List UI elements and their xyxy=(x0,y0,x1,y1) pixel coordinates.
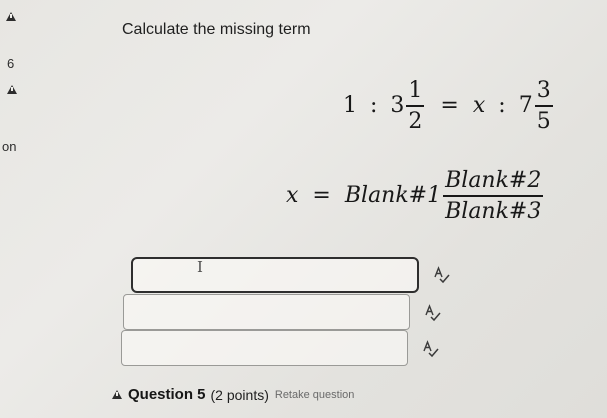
fraction-numerator: 1 xyxy=(408,78,423,103)
warning-triangle-icon xyxy=(112,390,122,399)
sidebar-number: 6 xyxy=(7,56,15,71)
question-title: Calculate the missing term xyxy=(122,21,311,38)
fraction-blanks: Blank#2 Blank#3 xyxy=(443,168,544,224)
warning-triangle-icon xyxy=(7,85,17,94)
math-colon: : xyxy=(370,93,378,118)
fraction-denominator: 2 xyxy=(408,109,423,134)
blank-2-placeholder: Blank#2 xyxy=(445,168,542,193)
question-footer: Question 5 (2 points) Retake question xyxy=(112,386,354,403)
fraction-lhs: 1 2 xyxy=(406,78,425,134)
blank-1-input[interactable] xyxy=(131,257,419,293)
sidebar-partial-label: on xyxy=(2,139,17,154)
math-variable: x xyxy=(472,93,486,118)
fraction-bar xyxy=(443,195,544,197)
question-points: (2 points) xyxy=(210,386,269,403)
fraction-bar xyxy=(534,105,553,107)
blank-2-input[interactable] xyxy=(123,294,410,330)
fraction-denominator: 5 xyxy=(536,109,551,134)
question-label: Question 5 xyxy=(128,386,206,403)
left-sidebar-strip: 6 on xyxy=(0,0,40,418)
warning-triangle-icon xyxy=(6,12,16,21)
math-equals: = xyxy=(440,93,459,118)
math-variable: x xyxy=(286,183,299,208)
blank-1-placeholder: Blank#1 xyxy=(344,183,442,208)
math-colon: : xyxy=(498,93,506,118)
math-whole: 7 xyxy=(518,93,533,118)
math-whole: 3 xyxy=(390,93,405,118)
blank-3-placeholder: Blank#3 xyxy=(445,199,542,224)
fraction-bar xyxy=(406,105,425,107)
math-term: 1 xyxy=(343,93,357,118)
text-cursor-icon: I xyxy=(197,258,203,276)
spellcheck-icon[interactable] xyxy=(423,304,441,322)
blank-3-input[interactable] xyxy=(121,330,408,366)
math-equals: = xyxy=(312,183,331,208)
retake-question-link[interactable]: Retake question xyxy=(275,389,355,401)
fraction-numerator: 3 xyxy=(536,78,551,103)
equation-answer-form: x = Blank#1 Blank#2 Blank#3 xyxy=(286,168,545,224)
spellcheck-icon[interactable] xyxy=(421,340,439,358)
fraction-rhs: 3 5 xyxy=(534,78,553,134)
equation-ratio: 1 : 3 1 2 = x : 7 3 5 xyxy=(343,78,555,134)
spellcheck-icon[interactable] xyxy=(432,266,450,284)
